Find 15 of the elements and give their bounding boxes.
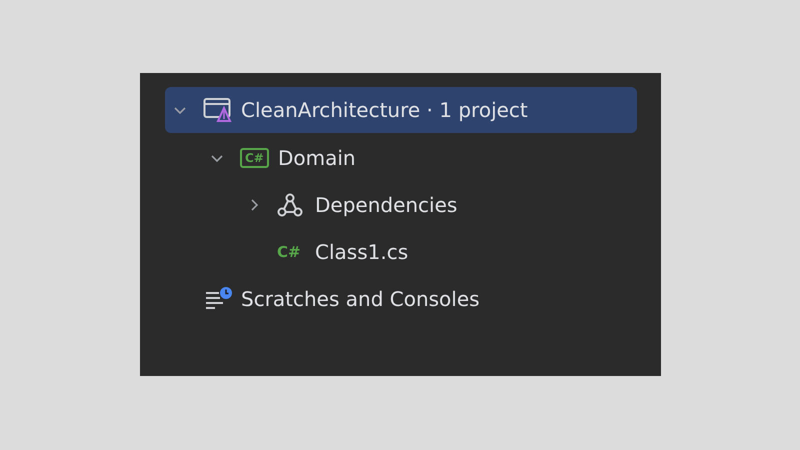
tree-item[interactable]: CleanArchitecture · 1 project	[165, 87, 637, 133]
item-label: Scratches and Consoles	[241, 286, 480, 310]
csharp-file-icon: C#	[277, 242, 301, 260]
item-label: CleanArchitecture · 1 project	[241, 98, 528, 122]
scratches-icon	[203, 286, 233, 312]
tree-item[interactable]: C# Class1.cs	[165, 228, 637, 275]
dependencies-icon	[277, 192, 303, 216]
window-icon	[203, 97, 233, 123]
tree-item[interactable]: Scratches and Consoles	[165, 275, 637, 322]
item-label: Domain	[278, 146, 356, 170]
tree-item[interactable]: C# Domain	[165, 134, 637, 181]
item-label: Class1.cs	[315, 240, 408, 264]
item-label: Dependencies	[315, 192, 458, 216]
tree-item[interactable]: Dependencies	[165, 181, 637, 228]
csharp-project-icon: C#	[240, 148, 269, 168]
